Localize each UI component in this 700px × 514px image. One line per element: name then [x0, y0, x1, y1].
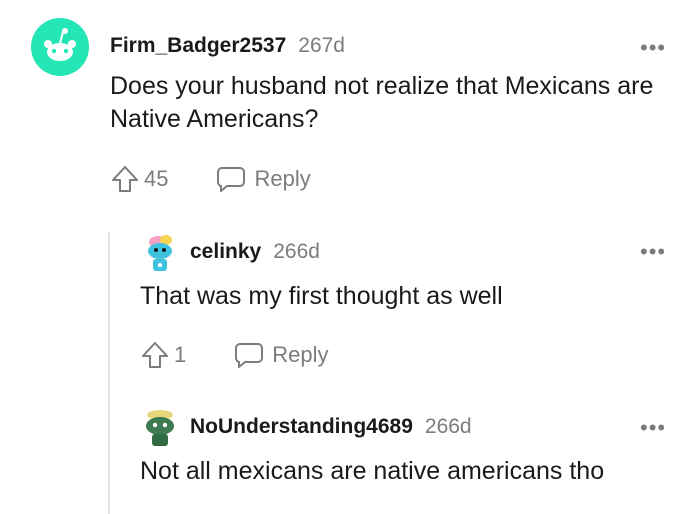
- comment-body: Not all mexicans are native americans th…: [140, 457, 605, 485]
- comment-body: That was my first thought as well: [140, 282, 503, 310]
- chat-bubble-icon: [217, 167, 246, 192]
- username[interactable]: celinky: [190, 240, 261, 264]
- chat-bubble-icon: [235, 343, 264, 368]
- thread-line[interactable]: [108, 232, 110, 514]
- upvote-button[interactable]: 1: [140, 340, 186, 370]
- comment-actions: 45 Reply: [110, 164, 311, 194]
- comment-actions: 1 Reply: [140, 340, 329, 370]
- more-options-icon[interactable]: •••: [640, 37, 666, 59]
- snoo-custom-avatar-icon: [148, 235, 172, 271]
- comment-header: Firm_Badger2537 267d: [110, 34, 345, 58]
- comment-age[interactable]: 266d: [273, 240, 320, 264]
- reply-label: Reply: [254, 166, 311, 191]
- snoo-avatar-icon: [31, 18, 89, 76]
- vote-count: 45: [144, 166, 169, 191]
- user-avatar[interactable]: [31, 18, 89, 76]
- vote-count: 1: [174, 342, 187, 367]
- username[interactable]: Firm_Badger2537: [110, 34, 286, 58]
- username[interactable]: NoUnderstanding4689: [190, 415, 413, 439]
- comment-body: Does your husband not realize that Mexic…: [110, 72, 654, 133]
- comment-header: celinky 266d: [190, 240, 320, 264]
- upvote-arrow-icon: [112, 166, 138, 192]
- user-avatar[interactable]: [140, 406, 182, 450]
- reply-label: Reply: [272, 342, 329, 367]
- comment-age[interactable]: 266d: [425, 415, 472, 439]
- more-options-icon[interactable]: •••: [640, 241, 666, 263]
- user-avatar[interactable]: [140, 232, 182, 276]
- upvote-button[interactable]: 45: [110, 164, 168, 194]
- reply-button[interactable]: Reply: [234, 341, 329, 369]
- comment-header: NoUnderstanding4689 266d: [190, 415, 472, 439]
- reply-button[interactable]: Reply: [216, 165, 311, 193]
- more-options-icon[interactable]: •••: [640, 417, 666, 439]
- comment-age[interactable]: 267d: [298, 34, 345, 58]
- upvote-arrow-icon: [142, 342, 168, 368]
- snoo-custom-avatar-icon: [146, 410, 174, 446]
